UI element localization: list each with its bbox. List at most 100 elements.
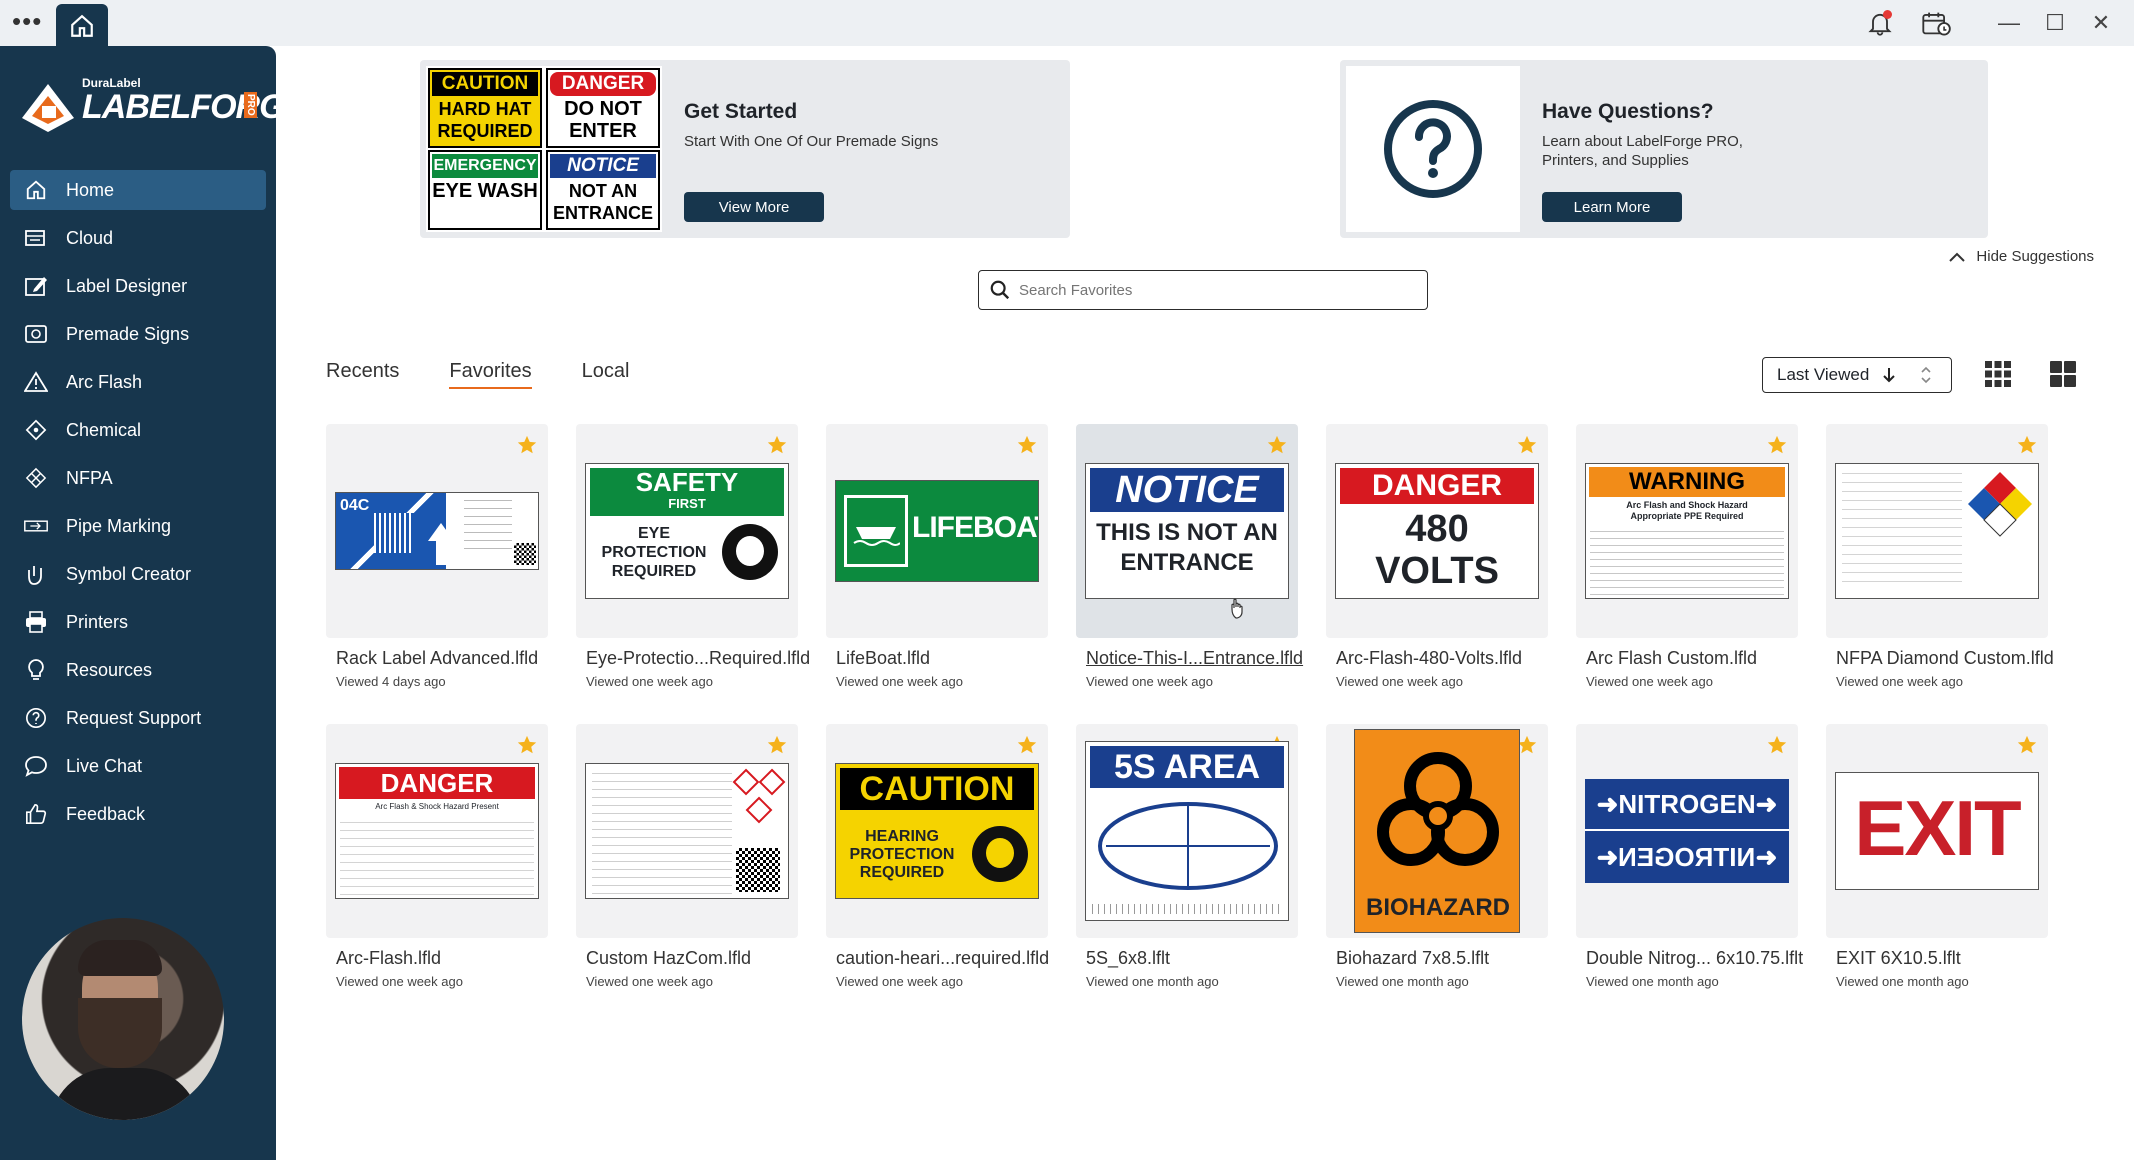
favorite-star-icon[interactable]: [1266, 434, 1288, 456]
diamond-icon: [24, 418, 48, 442]
notification-dot: [1883, 10, 1892, 19]
file-card-biohazard[interactable]: BIOHAZARD Biohazard 7x8.5.lflt Viewed on…: [1326, 724, 1556, 989]
file-name: Notice-This-I...Entrance.lfld: [1086, 648, 1304, 668]
file-thumbnail[interactable]: DANGER Arc Flash & Shock Hazard Present: [326, 724, 548, 938]
file-card-5s[interactable]: 5S AREA 5S_6x8.lflt Viewed one month ago: [1076, 724, 1306, 989]
sidebar-item-premade-signs[interactable]: Premade Signs: [10, 314, 266, 354]
search-input[interactable]: [1019, 281, 1399, 299]
file-thumbnail[interactable]: LIFEBOAT: [826, 424, 1048, 638]
support-schedule-button[interactable]: [1916, 3, 1956, 43]
favorite-star-icon[interactable]: [1016, 734, 1038, 756]
premade-signs-preview: CAUTION HARD HAT REQUIRED DANGER DO NOT …: [426, 66, 662, 232]
sidebar-nav: Home Cloud Label Designer Premade Signs …: [10, 170, 266, 842]
file-card-nfpa-diamond[interactable]: NFPA Diamond Custom.lfld Viewed one week…: [1826, 424, 2056, 689]
sidebar-item-request-support[interactable]: Request Support: [10, 698, 266, 738]
file-thumbnail[interactable]: 04C: [326, 424, 548, 638]
maximize-button[interactable]: ☐: [2032, 0, 2078, 46]
tab-favorites[interactable]: Favorites: [449, 360, 532, 389]
sidebar-item-label-designer[interactable]: Label Designer: [10, 266, 266, 306]
favorite-star-icon[interactable]: [516, 434, 538, 456]
favorite-star-icon[interactable]: [516, 734, 538, 756]
file-thumbnail[interactable]: [1826, 424, 2048, 638]
file-card-custom-hazcom[interactable]: Custom HazCom.lfld Viewed one week ago: [576, 724, 806, 989]
have-questions-title: Have Questions?: [1542, 100, 1714, 123]
file-thumbnail[interactable]: DANGER 480 VOLTS: [1326, 424, 1548, 638]
sidebar-item-pipe-marking[interactable]: Pipe Marking: [10, 506, 266, 546]
file-thumbnail[interactable]: NOTICE THIS IS NOT AN ENTRANCE: [1076, 424, 1298, 638]
rack-label-preview: 04C: [335, 492, 539, 570]
file-card-arc-flash[interactable]: DANGER Arc Flash & Shock Hazard Present …: [326, 724, 556, 989]
question-circle-icon: [1384, 100, 1482, 198]
file-thumbnail[interactable]: WARNING Arc Flash and Shock Hazard Appro…: [1576, 424, 1798, 638]
file-card-notice[interactable]: NOTICE THIS IS NOT AN ENTRANCE Notice-Th…: [1076, 424, 1306, 689]
close-button[interactable]: ✕: [2078, 0, 2124, 46]
chevron-up-icon: [1949, 252, 1966, 262]
learn-more-button[interactable]: Learn More: [1542, 192, 1682, 222]
sidebar-item-nfpa[interactable]: NFPA: [10, 458, 266, 498]
sidebar-item-arc-flash[interactable]: Arc Flash: [10, 362, 266, 402]
question-card-image: [1346, 66, 1520, 232]
sidebar-item-cloud[interactable]: Cloud: [10, 218, 266, 258]
favorite-star-icon[interactable]: [1766, 434, 1788, 456]
file-card-caution-hearing[interactable]: CAUTION HEARING PROTECTION REQUIRED caut…: [826, 724, 1056, 989]
favorite-star-icon[interactable]: [1516, 434, 1538, 456]
sidebar-item-chemical[interactable]: Chemical: [10, 410, 266, 450]
file-thumbnail[interactable]: BIOHAZARD: [1326, 724, 1548, 938]
favorite-star-icon[interactable]: [766, 734, 788, 756]
favorite-star-icon[interactable]: [2016, 434, 2038, 456]
sidebar-item-live-chat[interactable]: Live Chat: [10, 746, 266, 786]
file-card-double-nitrogen[interactable]: ➜ NITROGEN ➜ ➜ NITROGEN ➜ Double Nitrog... 6…: [1576, 724, 1806, 989]
tab-recents[interactable]: Recents: [326, 360, 399, 389]
file-thumbnail[interactable]: EXIT: [1826, 724, 2048, 938]
danger-sign: DANGER DO NOT ENTER: [546, 68, 660, 148]
file-thumbnail[interactable]: 5S AREA: [1076, 724, 1298, 938]
grid-small-icon: [1985, 361, 2011, 387]
file-thumbnail[interactable]: [576, 724, 798, 938]
sidebar-item-home[interactable]: Home: [10, 170, 266, 210]
notifications-button[interactable]: [1860, 3, 1900, 43]
file-thumbnail[interactable]: CAUTION HEARING PROTECTION REQUIRED: [826, 724, 1048, 938]
file-card-arc-flash-custom[interactable]: WARNING Arc Flash and Shock Hazard Appro…: [1576, 424, 1806, 689]
file-card-arc-flash-480[interactable]: DANGER 480 VOLTS Arc-Flash-480-Volts.lfl…: [1326, 424, 1556, 689]
cloud-icon: [24, 226, 48, 250]
small-grid-view-button[interactable]: [1984, 360, 2014, 390]
large-grid-view-button[interactable]: [2049, 360, 2079, 390]
file-card-lifeboat[interactable]: LIFEBOAT LifeBoat.lfld Viewed one week a…: [826, 424, 1056, 689]
favorite-star-icon[interactable]: [766, 434, 788, 456]
more-dots-icon[interactable]: •••: [12, 8, 42, 34]
tab-local[interactable]: Local: [582, 360, 630, 389]
caution-hearing-preview: CAUTION HEARING PROTECTION REQUIRED: [835, 763, 1039, 899]
file-thumbnail[interactable]: ➜ NITROGEN ➜ ➜ NITROGEN ➜: [1576, 724, 1798, 938]
file-viewed-time: Viewed one week ago: [336, 974, 463, 989]
file-card-rack-label[interactable]: 04C Rack Label Advanced.lfld Viewed 4 da…: [326, 424, 556, 689]
file-name: Biohazard 7x8.5.lflt: [1336, 948, 1490, 968]
arrow-down-icon[interactable]: [1881, 366, 1897, 384]
file-card-eye-protection[interactable]: SAFETY FIRST EYE PROTECTION REQUIRED Eye…: [576, 424, 810, 689]
sidebar-item-feedback[interactable]: Feedback: [10, 794, 266, 834]
warning-label-preview: WARNING Arc Flash and Shock Hazard Appro…: [1585, 463, 1789, 599]
sort-dropdown[interactable]: Last Viewed: [1762, 357, 1952, 393]
favorite-star-icon[interactable]: [1016, 434, 1038, 456]
labelforge-logo[interactable]: DuraLabel LABELFORGE PRO: [18, 72, 307, 142]
sort-label: Last Viewed: [1777, 365, 1870, 384]
sidebar-item-label: Chemical: [66, 419, 142, 440]
sidebar: DuraLabel LABELFORGE PRO Home Cloud Labe…: [0, 46, 307, 1160]
search-favorites-box[interactable]: [978, 270, 1428, 310]
view-more-button[interactable]: View More: [684, 192, 824, 222]
sidebar-item-resources[interactable]: Resources: [10, 650, 266, 690]
sidebar-item-printers[interactable]: Printers: [10, 602, 266, 642]
sidebar-item-label: Cloud: [66, 227, 114, 248]
file-name: Arc-Flash-480-Volts.lfld: [1336, 648, 1523, 668]
file-card-exit[interactable]: EXIT EXIT 6X10.5.lflt Viewed one month a…: [1826, 724, 2056, 989]
hide-suggestions-button[interactable]: Hide Suggestions: [1948, 248, 2094, 265]
minimize-button[interactable]: —: [1986, 0, 2032, 46]
sidebar-item-symbol-creator[interactable]: Symbol Creator: [10, 554, 266, 594]
file-viewed-time: Viewed one week ago: [586, 974, 713, 989]
file-thumbnail[interactable]: SAFETY FIRST EYE PROTECTION REQUIRED: [576, 424, 798, 638]
have-questions-text: Learn about LabelForge PRO, Printers, an…: [1542, 133, 1743, 169]
file-viewed-time: Viewed 4 days ago: [336, 674, 446, 689]
home-tab[interactable]: [56, 4, 108, 48]
logo-pro-badge: PRO: [244, 92, 257, 118]
favorite-star-icon[interactable]: [1766, 734, 1788, 756]
favorite-star-icon[interactable]: [2016, 734, 2038, 756]
